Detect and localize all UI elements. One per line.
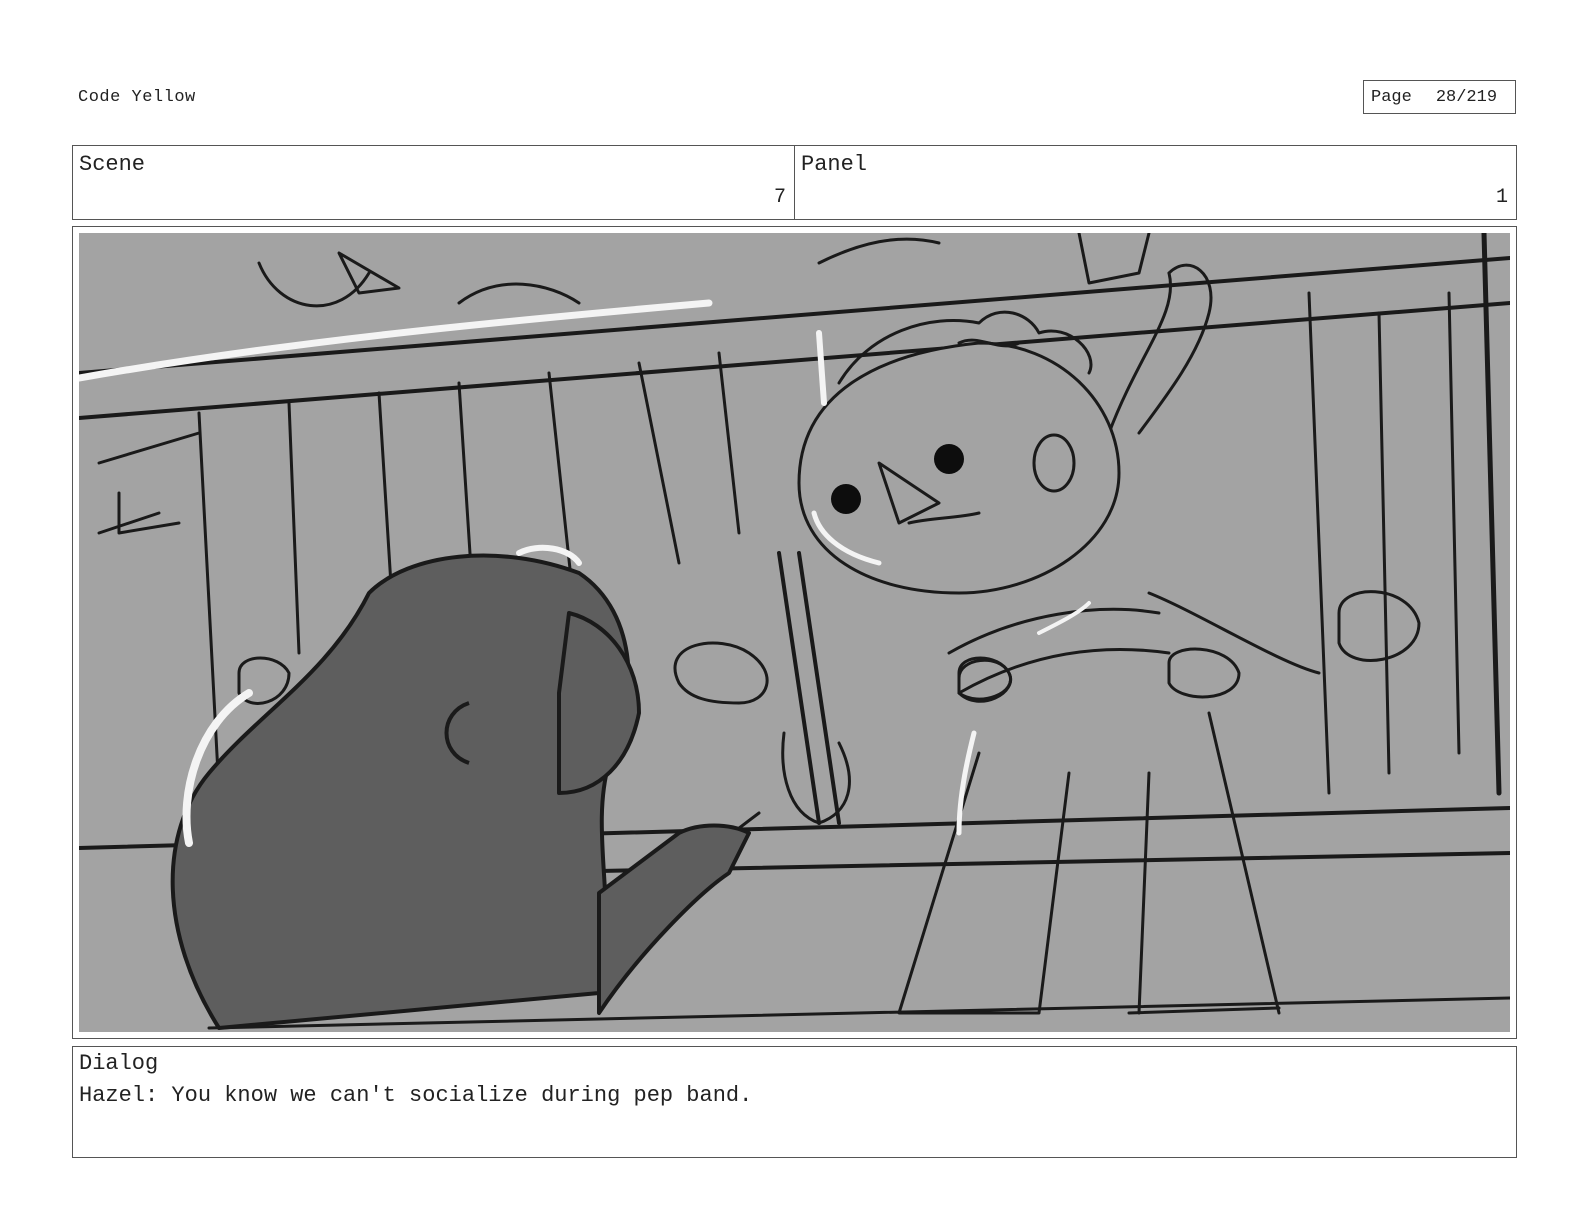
page-indicator: Page 28/219 bbox=[1363, 80, 1516, 114]
dialog-text: Hazel: You know we can't socialize durin… bbox=[79, 1083, 753, 1108]
scene-panel-header: Scene 7 Panel 1 bbox=[72, 145, 1517, 220]
panel-label: Panel bbox=[801, 152, 868, 177]
panel-cell: Panel 1 bbox=[794, 146, 1516, 219]
scene-cell: Scene 7 bbox=[73, 146, 794, 219]
storyboard-drawing bbox=[79, 233, 1510, 1032]
scene-label: Scene bbox=[79, 152, 146, 177]
panel-number: 1 bbox=[1495, 186, 1508, 209]
dialog-box: Dialog Hazel: You know we can't socializ… bbox=[72, 1046, 1517, 1158]
project-title: Code Yellow bbox=[78, 88, 196, 107]
page-label: Page bbox=[1371, 87, 1412, 107]
storyboard-sketch bbox=[79, 233, 1510, 1030]
page-number: 28/219 bbox=[1435, 87, 1498, 107]
scene-number: 7 bbox=[773, 186, 786, 209]
storyboard-frame bbox=[72, 226, 1517, 1039]
dialog-label: Dialog bbox=[79, 1051, 159, 1076]
